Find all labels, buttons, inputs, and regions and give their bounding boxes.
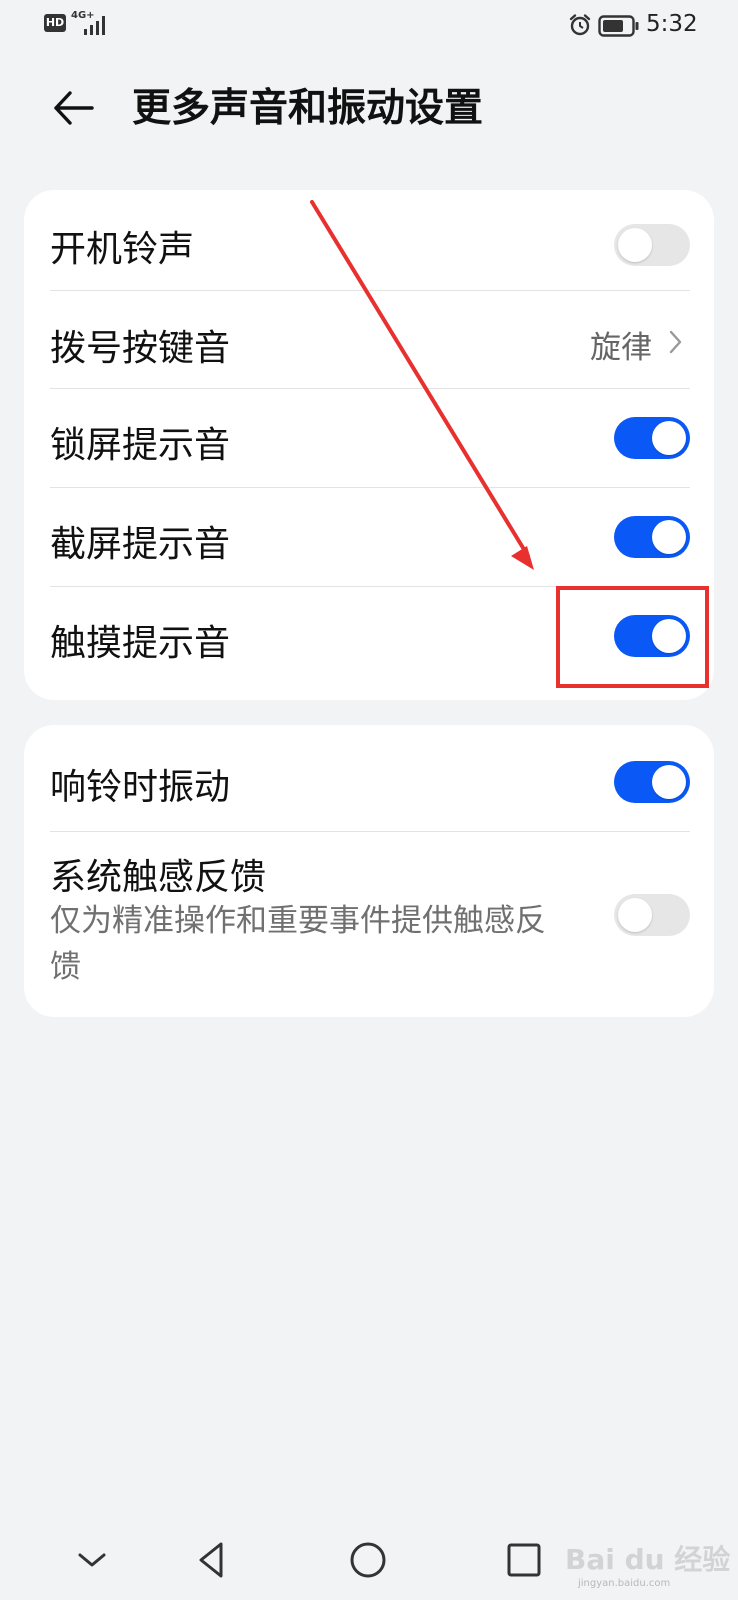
recents-square-icon[interactable] [500,1536,548,1584]
setting-row-haptic-feedback[interactable]: 系统触感反馈 仅为精准操作和重要事件提供触感反馈 [24,832,714,1012]
chevron-down-icon[interactable] [68,1536,116,1584]
toggle-knob [618,898,652,932]
arrow-left-icon[interactable] [50,84,98,132]
vibration-settings-card: 响铃时振动 系统触感反馈 仅为精准操作和重要事件提供触感反馈 [24,725,714,1017]
status-bar: HD 4G+ 5:32 [0,0,738,52]
hd-icon: HD [44,14,66,32]
chevron-right-icon [669,330,682,354]
dial-tone-value: 旋律 [590,330,652,366]
setting-label: 截屏提示音 [50,524,231,565]
setting-row-dial-tone[interactable]: 拨号按键音 旋律 [24,291,714,389]
page-title: 更多声音和振动设置 [132,86,484,131]
toggle-knob [652,421,686,455]
signal-icon [84,16,105,35]
setting-label: 开机铃声 [50,229,195,270]
clock: 5:32 [646,11,698,37]
ring-vibrate-toggle[interactable] [614,761,690,803]
back-triangle-icon[interactable] [188,1536,236,1584]
toggle-knob [652,765,686,799]
alarm-icon [569,14,591,36]
baidu-watermark: Bai du 经验 [565,1543,731,1576]
setting-label: 拨号按键音 [50,328,231,369]
screenshot-sound-toggle[interactable] [614,516,690,558]
sound-settings-card: 开机铃声 拨号按键音 旋律 锁屏提示音 截屏提示音 触摸提示音 [24,190,714,700]
setting-row-touch-sound[interactable]: 触摸提示音 [24,587,714,687]
lock-sound-toggle[interactable] [614,417,690,459]
setting-label: 锁屏提示音 [50,425,231,466]
toggle-knob [652,619,686,653]
setting-row-startup-ringtone[interactable]: 开机铃声 [24,190,714,290]
header: 更多声音和振动设置 [0,70,738,150]
setting-label: 系统触感反馈 [50,857,267,898]
setting-row-ring-vibrate[interactable]: 响铃时振动 [24,725,714,831]
toggle-knob [652,520,686,554]
setting-row-lock-sound[interactable]: 锁屏提示音 [24,389,714,487]
touch-sound-toggle[interactable] [614,615,690,657]
toggle-knob [618,228,652,262]
watermark-url: jingyan.baidu.com [578,1578,671,1589]
setting-label: 响铃时振动 [50,767,231,808]
setting-row-screenshot-sound[interactable]: 截屏提示音 [24,488,714,586]
battery-icon [598,15,639,37]
home-circle-icon[interactable] [344,1536,392,1584]
startup-ringtone-toggle[interactable] [614,224,690,266]
setting-label: 触摸提示音 [50,623,231,664]
haptic-feedback-toggle[interactable] [614,894,690,936]
setting-description: 仅为精准操作和重要事件提供触感反馈 [50,903,546,985]
